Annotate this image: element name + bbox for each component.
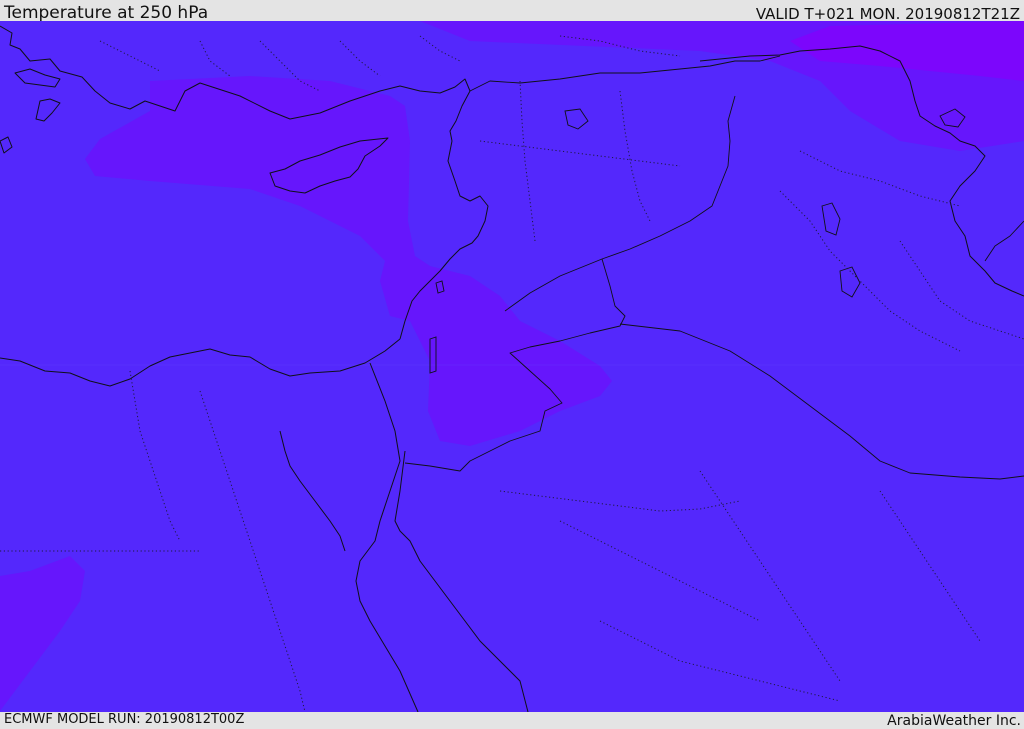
- map-title: Temperature at 250 hPa: [4, 3, 209, 23]
- footer-bar: ECMWF MODEL RUN: 20190812T00Z ArabiaWeat…: [0, 712, 1024, 729]
- weather-map: [0, 21, 1024, 712]
- model-run-label: ECMWF MODEL RUN: 20190812T00Z: [4, 712, 245, 727]
- header-bar: Temperature at 250 hPa VALID T+021 MON. …: [0, 0, 1024, 23]
- brand-credit: ArabiaWeather Inc.: [887, 713, 1021, 729]
- map-area: [0, 21, 1024, 712]
